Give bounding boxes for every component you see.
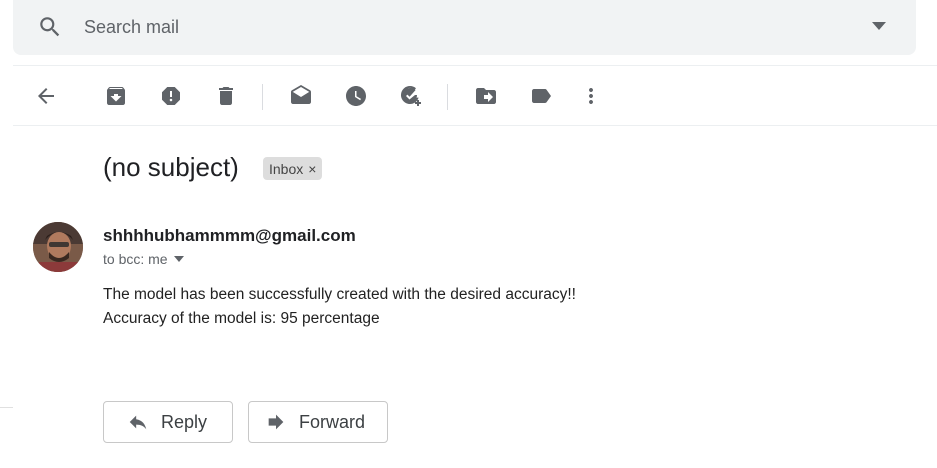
inbox-label-chip[interactable]: Inbox × bbox=[263, 157, 323, 180]
back-button[interactable] bbox=[32, 82, 60, 110]
search-options-dropdown-icon[interactable] bbox=[872, 21, 886, 31]
delete-button[interactable] bbox=[212, 82, 240, 110]
mark-unread-button[interactable] bbox=[287, 82, 315, 110]
reply-icon bbox=[129, 415, 147, 430]
archive-icon bbox=[107, 87, 125, 105]
snooze-icon bbox=[346, 86, 366, 106]
search-bar bbox=[13, 0, 916, 55]
add-to-tasks-icon bbox=[400, 85, 421, 106]
avatar-photo bbox=[33, 222, 83, 272]
divider bbox=[13, 125, 937, 126]
divider bbox=[13, 65, 937, 66]
report-spam-icon bbox=[162, 87, 180, 105]
toolbar-separator bbox=[447, 84, 448, 110]
delete-icon bbox=[219, 87, 233, 105]
divider bbox=[0, 407, 13, 408]
add-to-tasks-button[interactable] bbox=[397, 82, 425, 110]
forward-icon bbox=[268, 414, 284, 430]
forward-button[interactable]: Forward bbox=[248, 401, 388, 443]
recipients-text: to bcc: me bbox=[103, 251, 168, 267]
more-options-button[interactable] bbox=[577, 82, 605, 110]
label-icon bbox=[532, 89, 551, 103]
mark-unread-icon bbox=[291, 85, 311, 104]
remove-label-icon[interactable]: × bbox=[308, 161, 316, 177]
back-arrow-icon bbox=[38, 88, 54, 104]
move-to-icon bbox=[476, 88, 496, 104]
email-body-line: The model has been successfully created … bbox=[103, 286, 576, 303]
report-spam-button[interactable] bbox=[157, 82, 185, 110]
toolbar-separator bbox=[262, 84, 263, 110]
search-input[interactable] bbox=[84, 15, 784, 39]
recipients-dropdown[interactable]: to bcc: me bbox=[103, 251, 184, 267]
label-chip-text: Inbox bbox=[269, 160, 304, 177]
forward-label: Forward bbox=[299, 411, 366, 432]
reply-label: Reply bbox=[161, 411, 208, 432]
avatar[interactable] bbox=[33, 222, 83, 272]
email-body-line: Accuracy of the model is: 95 percentage bbox=[103, 310, 380, 327]
more-vertical-icon bbox=[589, 88, 593, 104]
move-to-button[interactable] bbox=[472, 82, 500, 110]
caret-down-icon bbox=[173, 256, 184, 262]
snooze-button[interactable] bbox=[342, 82, 370, 110]
archive-button[interactable] bbox=[102, 82, 130, 110]
labels-button[interactable] bbox=[527, 82, 555, 110]
email-subject: (no subject) bbox=[103, 152, 239, 182]
sender-email: shhhhubhammmm@gmail.com bbox=[103, 226, 356, 245]
search-icon[interactable] bbox=[37, 14, 63, 40]
reply-button[interactable]: Reply bbox=[103, 401, 233, 443]
